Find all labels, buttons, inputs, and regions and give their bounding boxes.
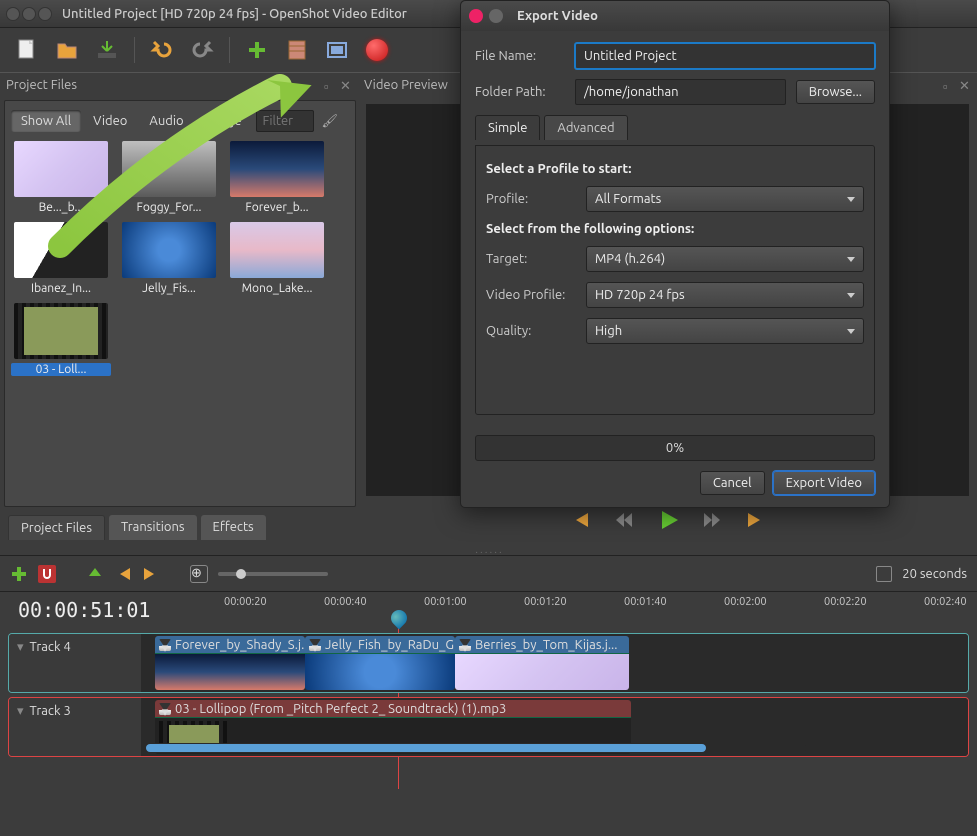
play-icon[interactable] (657, 509, 679, 531)
timeline-toolbar: ⊕ 20 seconds (0, 555, 977, 591)
fast-forward-icon[interactable] (701, 509, 723, 531)
select-profile-heading: Select a Profile to start: (486, 162, 864, 176)
browse-button[interactable]: Browse... (796, 80, 875, 104)
timeline-clip[interactable]: ▾Berries_by_Tom_Kijas.j... (455, 636, 629, 690)
profile-icon[interactable] (284, 37, 310, 63)
chevron-down-icon (847, 293, 855, 298)
folder-path-input[interactable] (575, 79, 786, 105)
tab-transitions[interactable]: Transitions (109, 515, 197, 540)
fullscreen-icon[interactable] (324, 37, 350, 63)
jump-start-icon[interactable] (569, 509, 591, 531)
track-row: ▾ Track 4 ▾Forever_by_Shady_S.j... ▾Jell… (8, 633, 969, 693)
add-track-icon[interactable] (10, 565, 28, 583)
filter-input[interactable] (256, 110, 314, 132)
timeline-tracks: ▾ Track 4 ▾Forever_by_Shady_S.j... ▾Jell… (0, 633, 977, 757)
zoom-label: 20 seconds (902, 567, 967, 581)
export-video-dialog: Export Video File Name: Folder Path: Bro… (460, 0, 890, 508)
project-files-panel-header: Project Files ▫ ✕ (0, 72, 358, 96)
project-file-item[interactable]: Forever_b... (227, 141, 327, 214)
add-file-icon[interactable] (244, 37, 270, 63)
jump-end-icon[interactable] (745, 509, 767, 531)
clip-menu-icon[interactable]: ▾ (309, 639, 321, 651)
export-progress-bar: 0% (475, 435, 875, 461)
clear-filter-icon[interactable]: 🖌 (322, 114, 339, 129)
quality-dropdown[interactable]: High (586, 318, 864, 344)
filter-image-tab[interactable]: Image (196, 110, 252, 132)
track-header[interactable]: ▾ Track 4 (9, 634, 141, 692)
chevron-down-icon (847, 257, 855, 262)
cancel-button[interactable]: Cancel (700, 471, 765, 495)
target-dropdown[interactable]: MP4 (h.264) (586, 246, 864, 272)
panel-close-icon[interactable]: ✕ (959, 79, 971, 91)
center-playhead-icon[interactable]: ⊕ (190, 565, 208, 583)
window-title: Untitled Project [HD 720p 24 fps] - Open… (62, 7, 407, 21)
project-file-item[interactable]: Ibanez_In... (11, 222, 111, 295)
track-name: Track 4 (30, 640, 71, 654)
export-video-button[interactable]: Export Video (773, 471, 875, 495)
project-file-item[interactable]: Be..._b... (11, 141, 111, 214)
tab-project-files[interactable]: Project Files (8, 515, 105, 540)
dialog-title: Export Video (517, 9, 598, 23)
timeline-ruler[interactable]: 00:00:51:01 00:00:20 00:00:40 00:01:00 0… (0, 591, 977, 629)
dialog-close-icon[interactable] (469, 9, 483, 23)
track-name: Track 3 (30, 704, 71, 718)
file-name-input[interactable] (575, 43, 875, 69)
profile-label: Profile: (486, 192, 576, 206)
select-options-heading: Select from the following options: (486, 222, 864, 236)
project-file-item[interactable]: Jelly_Fis... (119, 222, 219, 295)
video-preview-panel-title: Video Preview (364, 78, 448, 92)
clip-menu-icon[interactable]: ▾ (159, 703, 171, 715)
tab-simple[interactable]: Simple (475, 115, 540, 140)
target-label: Target: (486, 252, 576, 266)
undo-icon[interactable] (149, 37, 175, 63)
file-name-label: File Name: (475, 49, 565, 63)
open-project-icon[interactable] (54, 37, 80, 63)
panel-undock-icon[interactable]: ▫ (943, 79, 955, 91)
prev-marker-icon[interactable] (114, 565, 132, 583)
folder-path-label: Folder Path: (475, 85, 565, 99)
track-header[interactable]: ▾ Track 3 (9, 698, 141, 756)
export-video-icon[interactable] (364, 37, 390, 63)
redo-icon[interactable] (189, 37, 215, 63)
timeline-clip[interactable]: ▾Jelly_Fish_by_RaDu_G... (305, 636, 455, 690)
tab-effects[interactable]: Effects (201, 515, 266, 540)
clip-menu-icon[interactable]: ▾ (459, 639, 471, 651)
panel-close-icon[interactable]: ✕ (340, 79, 352, 91)
video-profile-label: Video Profile: (486, 288, 576, 302)
project-files-panel: Show All Video Audio Image 🖌 Be..._b... … (4, 100, 356, 507)
zoom-slider[interactable] (218, 572, 328, 576)
window-minimize-icon[interactable] (22, 7, 36, 21)
timecode-display: 00:00:51:01 (18, 598, 150, 622)
project-files-panel-title: Project Files (6, 78, 77, 92)
clip-menu-icon[interactable]: ▾ (159, 639, 171, 651)
filter-video-tab[interactable]: Video (83, 110, 137, 132)
chevron-down-icon (847, 197, 855, 202)
profile-dropdown[interactable]: All Formats (586, 186, 864, 212)
tab-advanced[interactable]: Advanced (544, 115, 627, 140)
save-project-icon[interactable] (94, 37, 120, 63)
dialog-minimize-icon[interactable] (489, 9, 503, 23)
timeline-clip[interactable]: ▾Forever_by_Shady_S.j... (155, 636, 305, 690)
zoom-fit-icon[interactable] (876, 566, 892, 582)
add-marker-icon[interactable] (86, 565, 104, 583)
filter-audio-tab[interactable]: Audio (139, 110, 193, 132)
project-file-item[interactable]: Foggy_For... (119, 141, 219, 214)
chevron-down-icon (847, 329, 855, 334)
project-file-item[interactable]: Mono_Lake... (227, 222, 327, 295)
next-marker-icon[interactable] (142, 565, 160, 583)
panel-undock-icon[interactable]: ▫ (324, 79, 336, 91)
new-project-icon[interactable] (14, 37, 40, 63)
quality-label: Quality: (486, 324, 576, 338)
rewind-icon[interactable] (613, 509, 635, 531)
window-close-icon[interactable] (6, 7, 20, 21)
window-maximize-icon[interactable] (38, 7, 52, 21)
timeline-scrollbar[interactable] (146, 743, 806, 753)
filter-show-all-tab[interactable]: Show All (11, 110, 81, 132)
project-file-item-selected[interactable]: 03 - Loll... (11, 303, 111, 376)
video-profile-dropdown[interactable]: HD 720p 24 fps (586, 282, 864, 308)
snap-icon[interactable] (38, 565, 56, 583)
